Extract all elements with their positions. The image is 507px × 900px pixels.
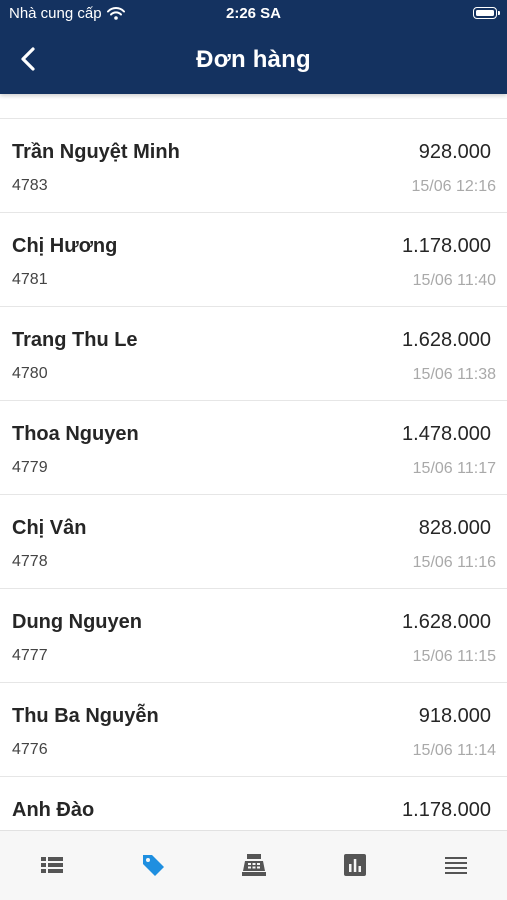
customer-name: Chị Hương (12, 235, 118, 257)
order-code: 4781 (12, 271, 48, 288)
order-time: 15/06 11:40 (412, 272, 496, 289)
page-title: Đơn hàng (196, 46, 311, 73)
order-row[interactable]: Anh Đào 1.178.000 (0, 777, 507, 830)
order-code: 4783 (12, 177, 48, 194)
order-code: 4779 (12, 459, 48, 476)
order-amount: 928.000 (418, 141, 491, 163)
tab-orders[interactable] (139, 851, 167, 879)
tab-reports[interactable] (341, 851, 369, 879)
tab-bar (0, 830, 507, 900)
bar-chart-icon (344, 854, 366, 876)
customer-name: Thu Ba Nguyễn (12, 705, 159, 727)
order-time: 15/06 11:15 (412, 648, 496, 665)
customer-name: Trang Thu Le (12, 329, 138, 351)
order-amount: 918.000 (418, 705, 491, 727)
order-amount: 1.178.000 (402, 235, 491, 257)
order-amount: 828.000 (418, 517, 491, 539)
menu-icon (445, 857, 467, 874)
order-row[interactable]: Trang Thu Le 4780 1.628.000 15/06 11:38 (0, 307, 507, 401)
tab-list[interactable] (38, 851, 66, 879)
list-item-partial[interactable] (0, 94, 507, 119)
app-header: Nhà cung cấp 2:26 SA Đơn hàng (0, 0, 507, 94)
order-row[interactable]: Chị Hương 4781 1.178.000 15/06 11:40 (0, 213, 507, 307)
order-time: 15/06 11:17 (412, 460, 496, 477)
status-bar: Nhà cung cấp 2:26 SA (0, 0, 507, 28)
tag-icon (143, 855, 164, 876)
order-row[interactable]: Thu Ba Nguyễn 4776 918.000 15/06 11:14 (0, 683, 507, 777)
customer-name: Anh Đào (12, 799, 95, 821)
customer-name: Dung Nguyen (12, 611, 142, 633)
order-row[interactable]: Thoa Nguyen 4779 1.478.000 15/06 11:17 (0, 401, 507, 495)
order-amount: 1.628.000 (402, 329, 491, 351)
customer-name: Thoa Nguyen (12, 423, 139, 445)
customer-name: Trần Nguyệt Minh (12, 141, 180, 163)
order-time: 15/06 11:38 (412, 366, 496, 383)
order-code: 4777 (12, 647, 48, 664)
order-amount: 1.478.000 (402, 423, 491, 445)
order-code: 4776 (12, 741, 48, 758)
order-amount: 1.628.000 (402, 611, 491, 633)
order-row[interactable]: Trần Nguyệt Minh 4783 928.000 15/06 12:1… (0, 119, 507, 213)
nav-bar: Đơn hàng (0, 36, 507, 86)
tab-cash-register[interactable] (240, 851, 268, 879)
status-time: 2:26 SA (225, 5, 282, 22)
order-time: 15/06 11:14 (412, 742, 496, 759)
order-list[interactable]: Trần Nguyệt Minh 4783 928.000 15/06 12:1… (0, 94, 507, 830)
order-row[interactable]: Dung Nguyen 4777 1.628.000 15/06 11:15 (0, 589, 507, 683)
order-code: 4778 (12, 553, 48, 570)
cash-register-icon (242, 854, 266, 876)
tab-menu[interactable] (442, 851, 470, 879)
list-icon (41, 857, 63, 873)
order-code: 4780 (12, 365, 48, 382)
battery-icon (473, 7, 500, 19)
order-amount: 1.178.000 (402, 799, 491, 821)
order-time: 15/06 12:16 (411, 178, 496, 195)
customer-name: Chị Vân (12, 517, 87, 539)
order-row[interactable]: Chị Vân 4778 828.000 15/06 11:16 (0, 495, 507, 589)
order-time: 15/06 11:16 (412, 554, 496, 571)
